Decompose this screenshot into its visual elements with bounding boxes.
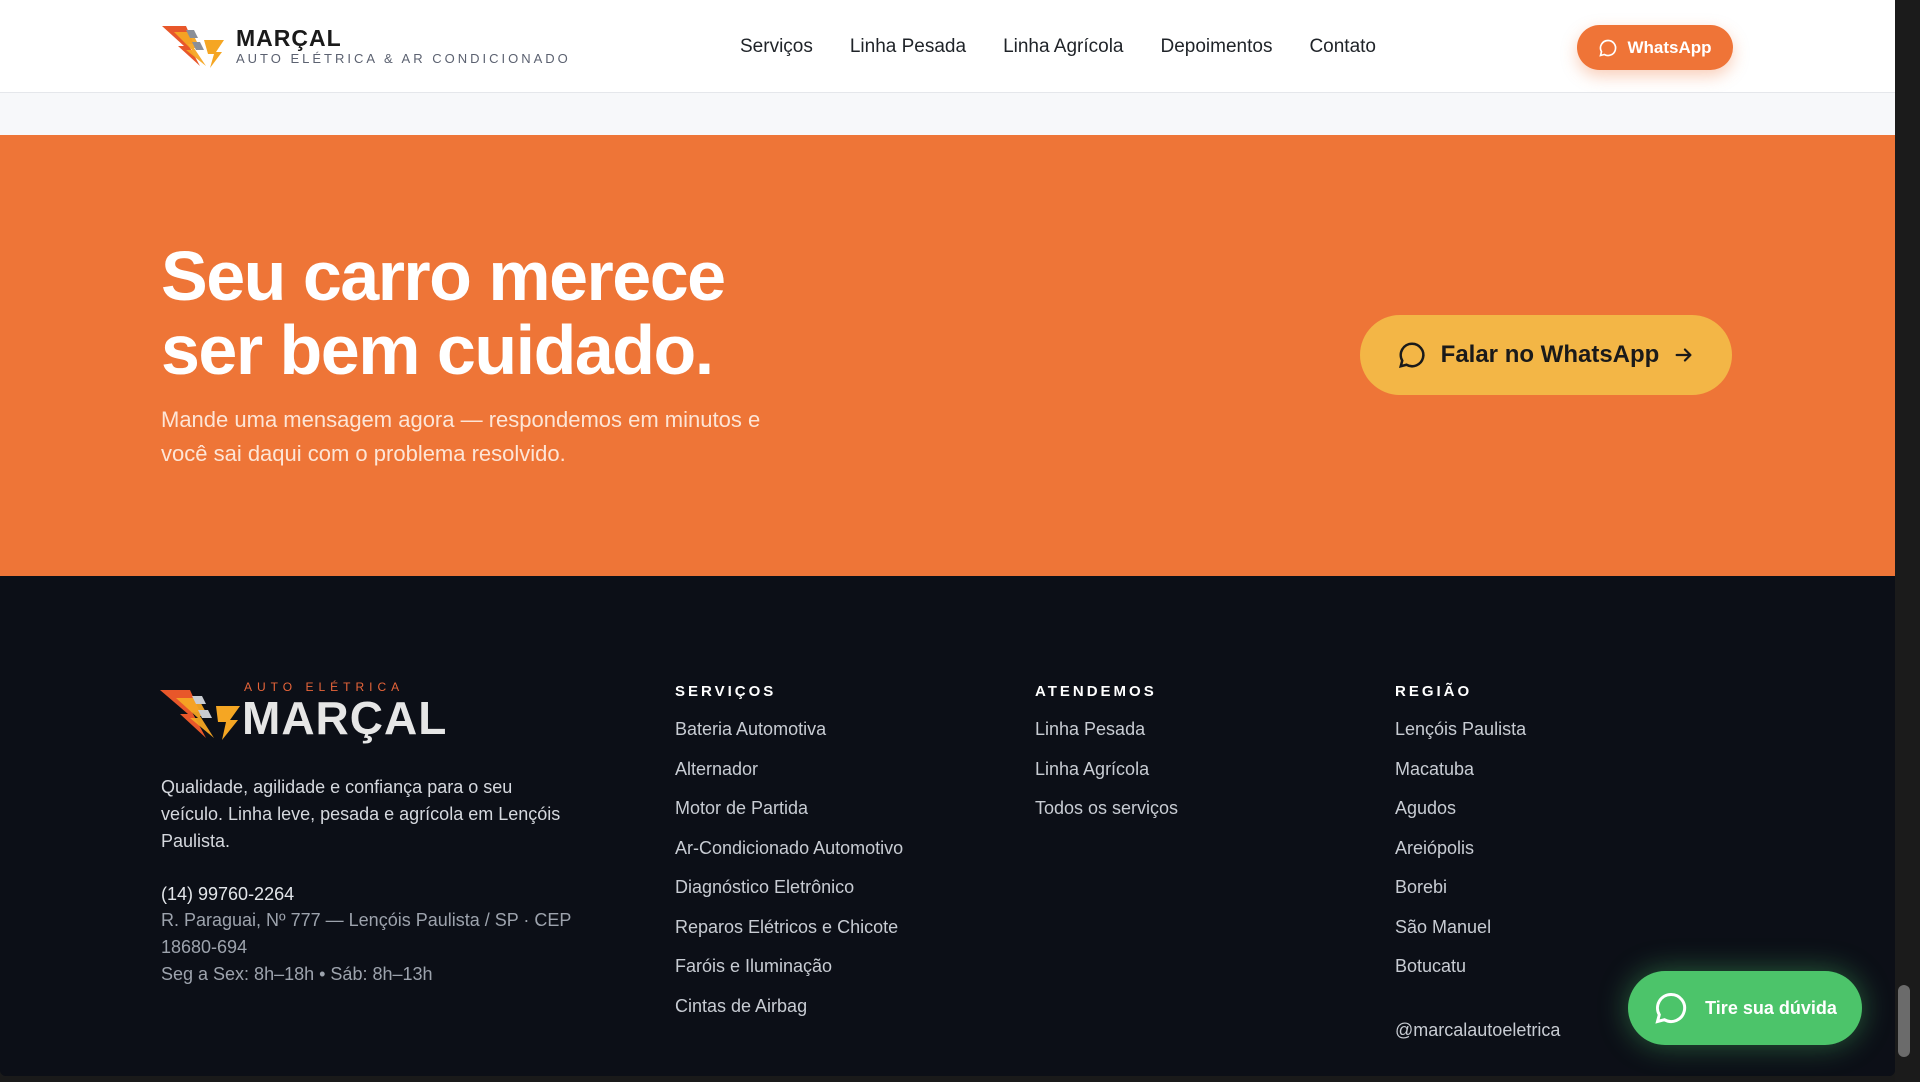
cta-whatsapp-label: Falar no WhatsApp [1440, 341, 1660, 368]
footer-column-atendemos: ATENDEMOS Linha Pesada Linha Agrícola To… [1035, 682, 1178, 836]
footer-link: Botucatu [1395, 956, 1467, 976]
scrollbar-thumb[interactable] [1898, 985, 1910, 1057]
footer-link[interactable]: Linha Pesada [1035, 717, 1178, 741]
footer-column-title: SERVIÇOS [675, 683, 777, 700]
footer-link[interactable]: Faróis e Iluminação [675, 954, 903, 978]
footer-description: Qualidade, agilidade e confiança para o … [161, 777, 561, 851]
footer-link: Borebi [1395, 877, 1448, 897]
cta-title: Seu carro merece ser bem cuidado. [161, 239, 861, 387]
nav-depoimentos[interactable]: Depoimentos [1161, 35, 1273, 59]
footer-hours: Seg a Sex: 8h–18h • Sáb: 8h–13h [161, 964, 433, 984]
floating-chat-label: Tire sua dúvida [1705, 997, 1837, 1018]
footer-link[interactable]: Cintas de Airbag [675, 994, 903, 1018]
nav-contato[interactable]: Contato [1309, 35, 1376, 59]
brand-name: MARÇAL [236, 25, 342, 51]
footer-column-title: ATENDEMOS [1035, 683, 1157, 700]
section-spacer [0, 93, 1895, 135]
footer-link: Agudos [1395, 798, 1457, 818]
chat-bubble-icon [1398, 342, 1425, 369]
footer-link[interactable]: Ar-Condicionado Automotivo [675, 836, 903, 860]
cta-section: Seu carro merece ser bem cuidado. Mande … [0, 135, 1895, 576]
header-logo[interactable]: MARÇAL AUTO ELÉTRICA & AR CONDICIONADO [160, 22, 571, 70]
footer-column-title: REGIÃO [1395, 683, 1473, 700]
chat-bubble-icon [1599, 39, 1617, 57]
brand-tagline: AUTO ELÉTRICA & AR CONDICIONADO [236, 51, 571, 66]
footer-link[interactable]: Alternador [675, 757, 903, 781]
footer-link: Areiópolis [1395, 837, 1475, 858]
header-whatsapp-label: WhatsApp [1627, 37, 1712, 57]
footer-link[interactable]: Motor de Partida [675, 796, 903, 820]
site-footer: AUTO ELÉTRICA MARÇAL Qualidade, agilidad… [0, 576, 1895, 1076]
footer-link: Lençóis Paulista [1395, 719, 1527, 739]
arrow-right-icon [1675, 348, 1692, 362]
nav-linha-pesada[interactable]: Linha Pesada [850, 35, 966, 59]
main-nav: Serviços Linha Pesada Linha Agrícola Dep… [740, 35, 1376, 59]
footer-link[interactable]: Bateria Automotiva [675, 717, 903, 741]
cta-title-line-1: Seu carro merece [161, 237, 726, 315]
cta-whatsapp-button[interactable]: Falar no WhatsApp [1360, 315, 1732, 395]
header-whatsapp-button[interactable]: WhatsApp [1577, 25, 1733, 70]
site-header: MARÇAL AUTO ELÉTRICA & AR CONDICIONADO S… [0, 0, 1895, 93]
footer-link[interactable]: Diagnóstico Eletrônico [675, 875, 903, 899]
floating-chat-button[interactable]: Tire sua dúvida [1628, 971, 1862, 1045]
footer-logo-name: MARÇAL [242, 692, 448, 744]
lightning-bolt-icon [162, 26, 224, 68]
footer-column-servicos: SERVIÇOS Bateria Automotiva Alternador M… [675, 682, 903, 1033]
footer-column-regiao: REGIÃO Lençóis Paulista Macatuba Agudos … [1395, 682, 1526, 994]
footer-link: São Manuel [1395, 916, 1492, 937]
browser-viewport: MARÇAL AUTO ELÉTRICA & AR CONDICIONADO S… [0, 0, 1895, 1076]
nav-servicos[interactable]: Serviços [740, 35, 813, 59]
footer-link[interactable]: Reparos Elétricos e Chicote [675, 915, 903, 939]
footer-link: Macatuba [1395, 758, 1475, 779]
scrollbar-track[interactable] [1895, 0, 1920, 1082]
footer-instagram-link[interactable]: @marcalautoeletrica [1395, 1018, 1560, 1042]
footer-phone[interactable]: (14) 99760-2264 [161, 881, 294, 907]
nav-linha-agricola[interactable]: Linha Agrícola [1003, 35, 1123, 59]
cta-subtitle: Mande uma mensagem agora — respondemos e… [161, 407, 761, 466]
lightning-bolt-icon [160, 690, 240, 740]
footer-link[interactable]: Todos os serviços [1035, 796, 1178, 820]
footer-link[interactable]: Linha Agrícola [1035, 757, 1178, 781]
cta-title-line-2: ser bem cuidado. [161, 311, 714, 389]
footer-logo[interactable]: AUTO ELÉTRICA MARÇAL [160, 680, 450, 744]
chat-bubble-icon [1655, 992, 1687, 1024]
footer-address: R. Paraguai, Nº 777 — Lençóis Paulista /… [161, 910, 572, 957]
